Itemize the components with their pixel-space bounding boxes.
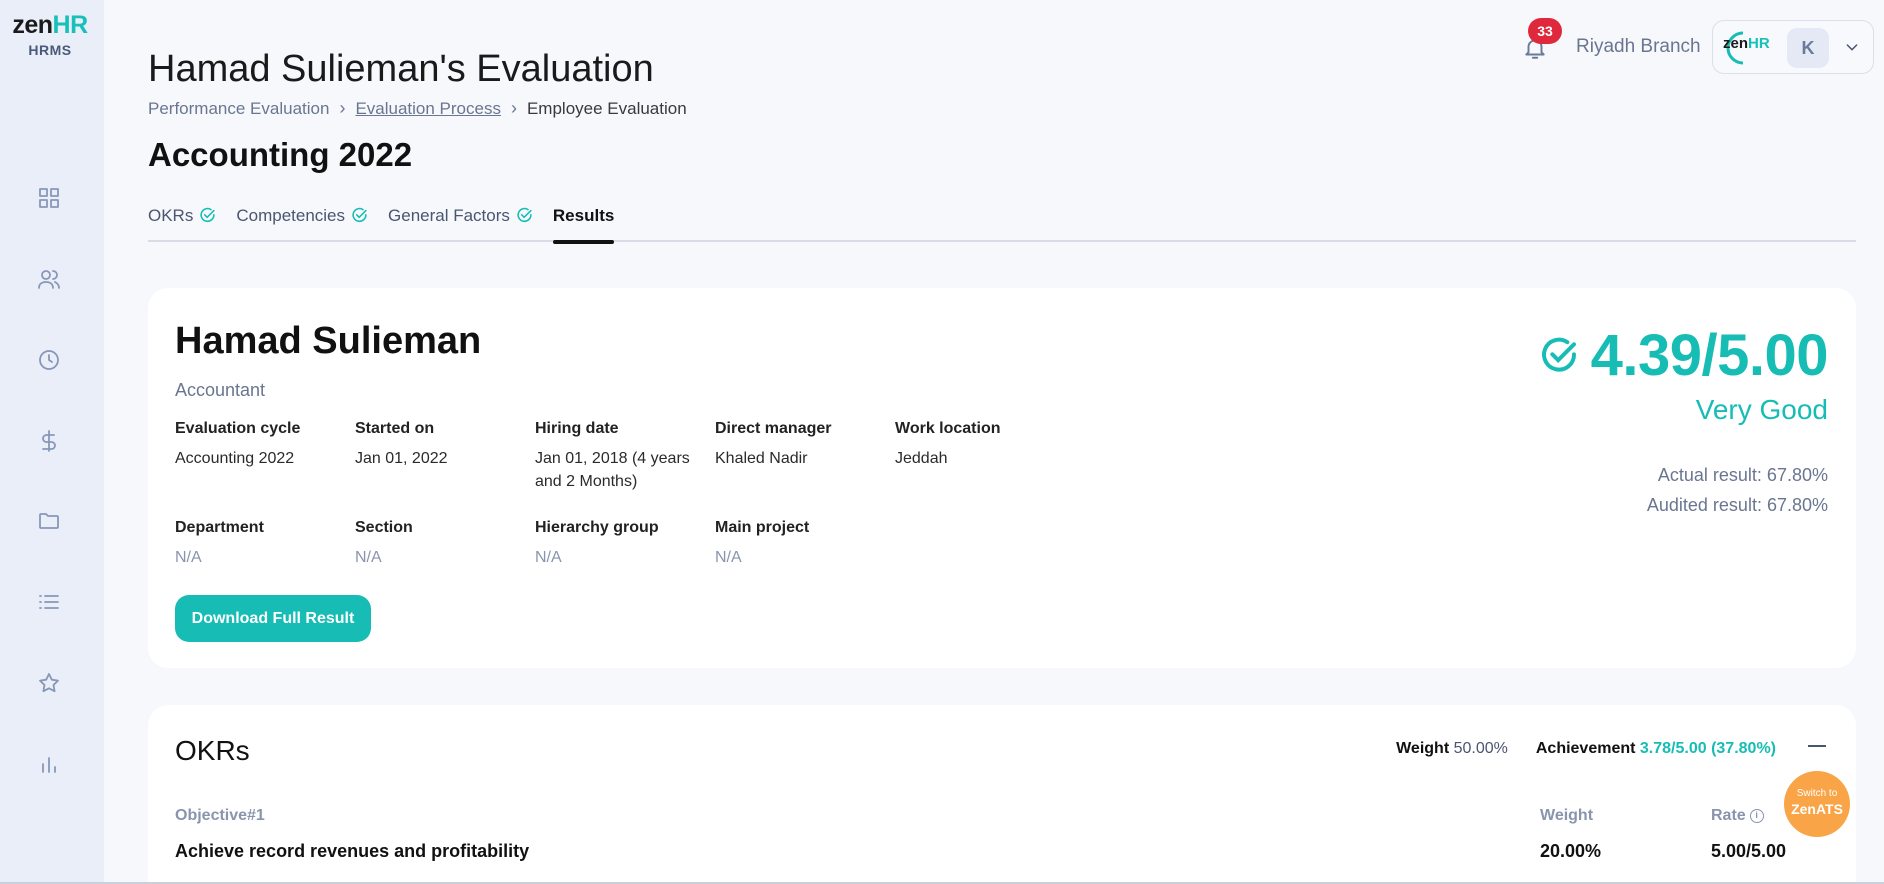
field-label: Evaluation cycle [175,420,301,437]
field-label: Section [355,519,413,536]
chevron-right-icon: › [510,98,517,118]
mini-logo-text: zenHR [1723,35,1770,52]
check-circle-icon [352,207,367,223]
okrs-summary: Weight 50.00% Achievement 3.78/5.00 (37.… [1396,740,1776,758]
tab-label: General Factors [388,206,510,225]
dashboard-icon[interactable] [34,183,64,213]
page-title: Hamad Sulieman's Evaluation [148,48,654,90]
clock-icon[interactable] [34,345,64,375]
score-value: 4.39/5.00 [1590,323,1829,388]
brand-subtitle: HRMS [28,42,72,58]
rate-column-header: Rate i [1711,807,1764,825]
tab-label: Results [552,206,615,225]
employee-name: Hamad Sulieman [175,320,482,362]
list-icon[interactable] [34,587,64,617]
objective-title: Achieve record revenues and profitabilit… [175,841,530,861]
weight-column-header: Weight [1540,807,1594,824]
okrs-card: OKRs Weight 50.00% Achievement 3.78/5.00… [148,705,1856,884]
result-details: Actual result: 67.80% Audited result: 67… [1647,460,1828,520]
branch-selector[interactable]: Riyadh Branch [1576,36,1701,58]
field-value: N/A [175,549,202,566]
evaluation-cycle-title: Accounting 2022 [148,136,413,173]
chevron-right-icon: › [339,98,346,118]
field-hiring-date: Hiring date Jan 01, 2018 (4 years and 2 … [535,420,705,493]
chevron-down-icon [1846,44,1858,51]
download-full-result-button[interactable]: Download Full Result [175,595,371,642]
field-label: Department [175,519,264,536]
breadcrumb: Performance Evaluation › Evaluation Proc… [148,98,687,119]
okrs-section-title: OKRs [175,735,250,766]
field-department: Department N/A [175,519,345,569]
main-content: Hamad Sulieman's Evaluation Performance … [104,0,1884,884]
brand-logo[interactable]: zenHR HRMS [0,12,100,58]
tab-results[interactable]: Results [552,202,615,244]
tab-label: OKRs [148,206,194,225]
dollar-icon[interactable] [34,426,64,456]
field-label: Work location [895,420,1001,437]
field-label: Hierarchy group [535,519,659,536]
breadcrumb-employee-evaluation: Employee Evaluation [526,98,687,118]
score-rating: Very Good [1695,394,1828,425]
notification-badge: 33 [1528,18,1562,44]
info-icon[interactable]: i [1749,808,1764,823]
field-section: Section N/A [355,519,525,569]
check-circle-icon [1541,337,1576,372]
breadcrumb-performance-evaluation[interactable]: Performance Evaluation [148,99,329,119]
check-circle-icon [517,207,532,223]
field-main-project: Main project N/A [715,519,885,569]
actual-result: Actual result: 67.80% [1657,465,1828,485]
objective-weight: 20.00% [1540,841,1602,861]
field-started-on: Started on Jan 01, 2022 [355,420,525,470]
field-value: N/A [715,549,742,566]
field-value: N/A [355,549,382,566]
field-label: Hiring date [535,420,619,437]
field-evaluation-cycle: Evaluation cycle Accounting 2022 [175,420,345,470]
objective-rate: 5.00/5.00 [1711,841,1787,861]
field-value: N/A [535,549,562,566]
user-menu[interactable]: zenHR K [1712,20,1874,74]
okrs-achievement: Achievement 3.78/5.00 (37.80%) [1535,740,1776,757]
folder-icon[interactable] [34,506,64,536]
switch-to-zenats-button[interactable]: Switch to ZenATS [1784,771,1850,837]
field-value: Jeddah [895,450,948,467]
okrs-weight: Weight 50.00% [1396,740,1508,757]
evaluation-tabs: OKRs Competencies General Factors Result… [148,202,1856,244]
brand-logo-text: zenHR [12,11,88,39]
audited-result: Audited result: 67.80% [1646,495,1828,515]
field-value: Khaled Nadir [715,450,808,467]
field-work-location: Work location Jeddah [895,420,1065,470]
chart-icon[interactable] [34,749,64,779]
switch-line2: ZenATS [1791,801,1843,817]
field-value: Jan 01, 2018 (4 years and 2 Months) [535,450,690,490]
objective-header: Objective#1 [175,807,265,824]
field-direct-manager: Direct manager Khaled Nadir [715,420,885,470]
tab-general-factors[interactable]: General Factors [388,202,533,242]
avatar: K [1787,28,1829,68]
field-hierarchy-group: Hierarchy group N/A [535,519,705,569]
tab-okrs[interactable]: OKRs [148,202,216,242]
sidebar: zenHR HRMS [0,0,104,884]
tab-label: Competencies [236,206,346,225]
tab-competencies[interactable]: Competencies [236,202,368,242]
employee-result-card: Hamad Sulieman Accountant Evaluation cyc… [148,288,1856,668]
people-icon[interactable] [34,264,64,294]
collapse-icon[interactable] [1808,745,1826,747]
switch-line1: Switch to [1796,788,1838,799]
field-value: Accounting 2022 [175,450,295,467]
field-label: Main project [715,519,810,536]
field-label: Direct manager [715,420,832,437]
check-circle-icon [200,207,215,223]
field-label: Started on [355,420,435,437]
overall-score: 4.39/5.00 [1539,322,1829,389]
field-value: Jan 01, 2022 [355,450,448,467]
star-icon[interactable] [34,668,64,698]
employee-role: Accountant [175,380,266,400]
breadcrumb-evaluation-process[interactable]: Evaluation Process [355,99,501,119]
